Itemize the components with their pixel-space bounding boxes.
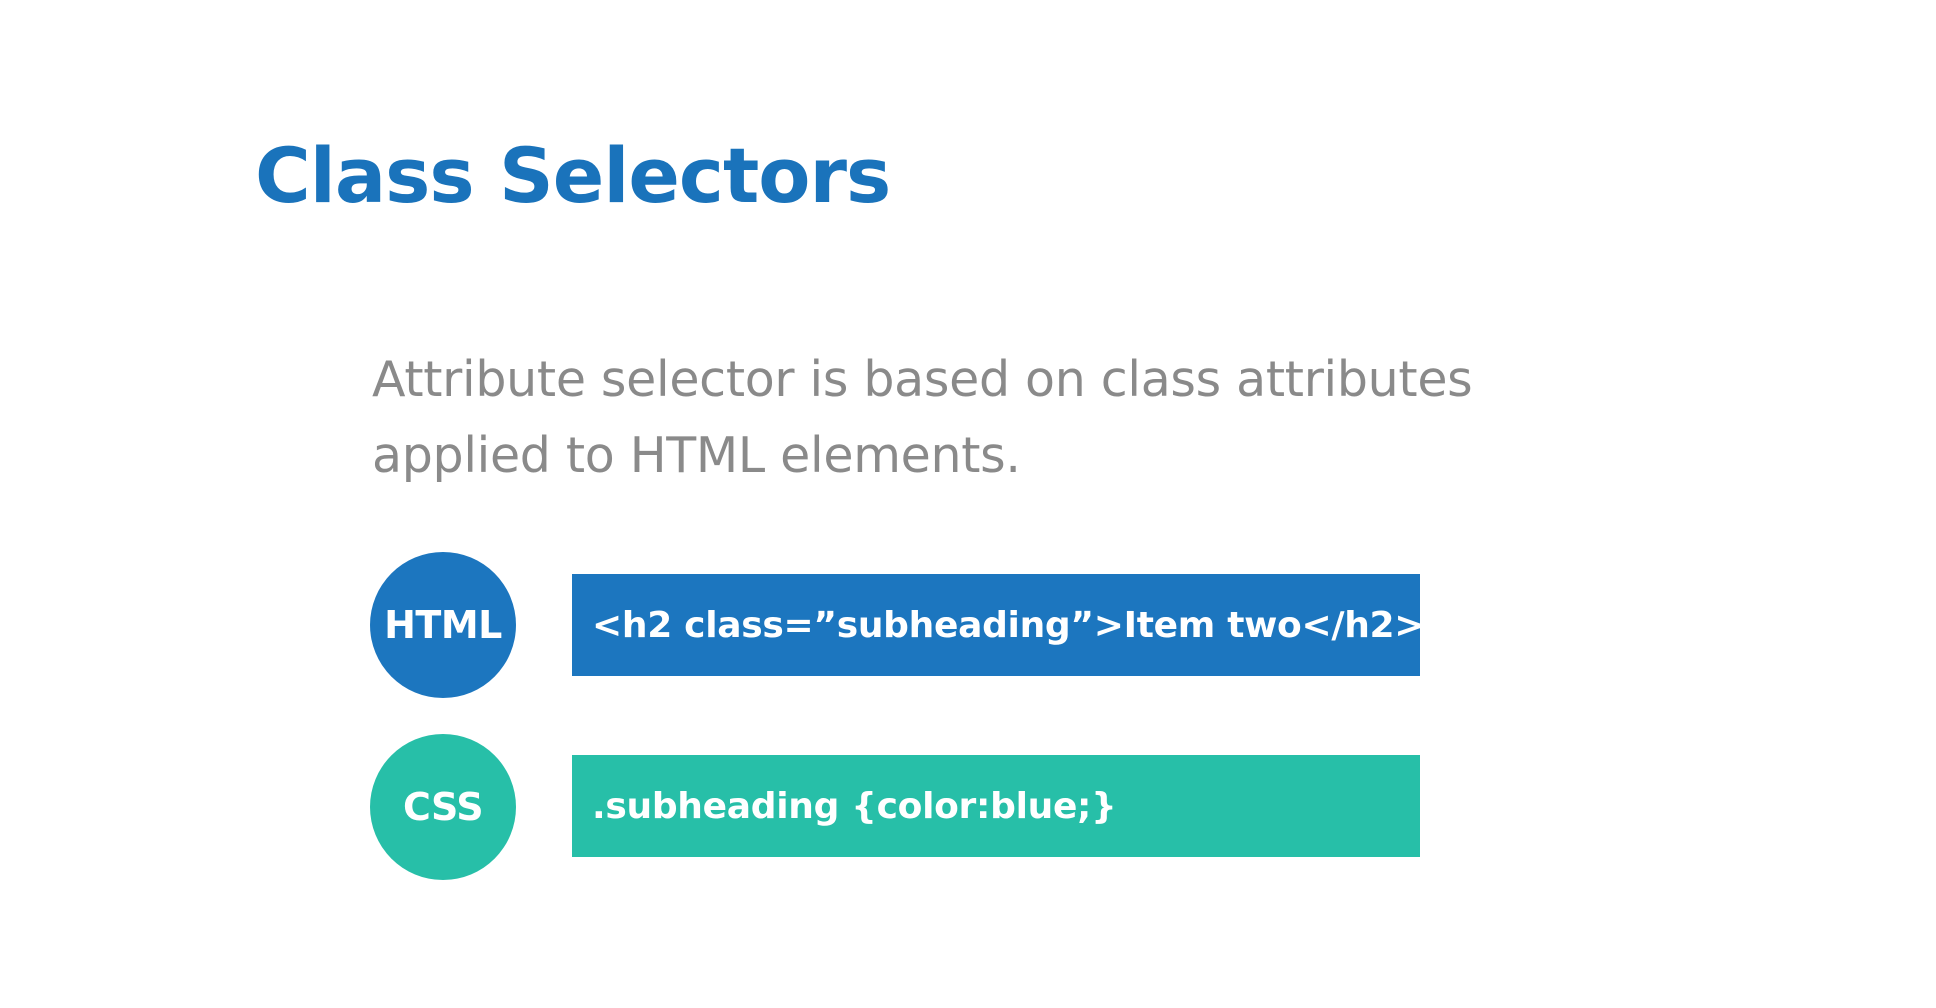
- html-code-example: <h2 class=”subheading”>Item two</h2>: [572, 574, 1424, 676]
- slide: Class Selectors Attribute selector is ba…: [0, 0, 1936, 1008]
- css-badge: CSS: [370, 734, 516, 880]
- html-badge: HTML: [370, 552, 516, 698]
- slide-body-text: Attribute selector is based on class att…: [372, 342, 1622, 494]
- slide-title: Class Selectors: [255, 131, 891, 220]
- css-code-example: .subheading {color:blue;}: [572, 755, 1420, 857]
- body-text-line: Attribute selector is based on class att…: [372, 351, 1473, 408]
- body-text-line: applied to HTML elements.: [372, 427, 1021, 484]
